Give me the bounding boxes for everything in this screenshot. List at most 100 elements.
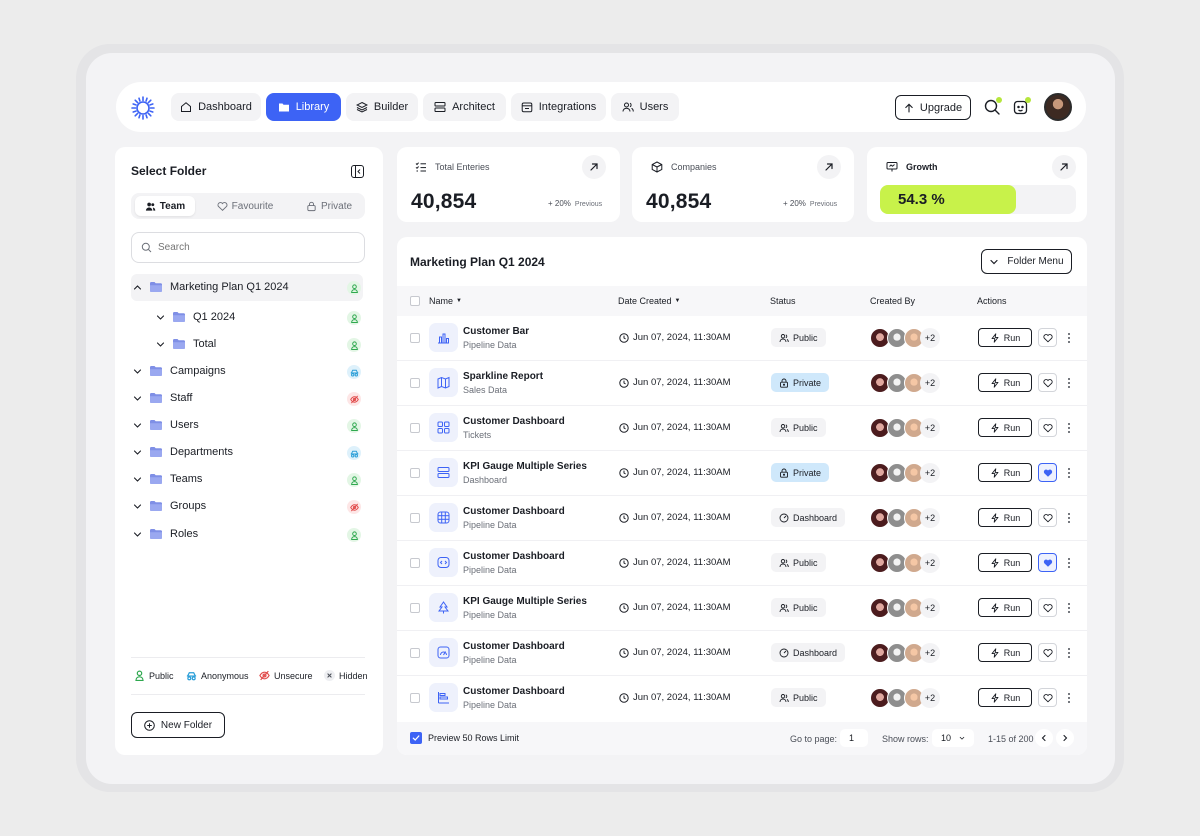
run-button[interactable]: Run	[978, 598, 1032, 617]
chevron-down-icon[interactable]	[133, 530, 142, 539]
row-title[interactable]: Customer Dashboard	[463, 506, 565, 517]
row-checkbox[interactable]	[410, 693, 420, 703]
prev-page-button[interactable]	[1035, 729, 1053, 747]
chevron-down-icon[interactable]	[133, 367, 142, 376]
row-checkbox[interactable]	[410, 558, 420, 568]
favorite-button[interactable]	[1038, 463, 1057, 482]
chevron-up-icon[interactable]	[133, 283, 142, 292]
row-title[interactable]: KPI Gauge Multiple Series	[463, 596, 587, 607]
chevron-down-icon[interactable]	[156, 313, 165, 322]
tree-item[interactable]: Campaigns	[133, 365, 226, 377]
created-by-avatars[interactable]: +2	[870, 643, 950, 663]
more-options-icon[interactable]	[1066, 647, 1072, 659]
segment-private[interactable]: Private	[298, 196, 360, 216]
created-by-avatars[interactable]: +2	[870, 598, 950, 618]
folder-search[interactable]	[131, 232, 365, 263]
created-by-avatars[interactable]: +2	[870, 463, 950, 483]
favorite-button[interactable]	[1038, 688, 1057, 707]
tab-users[interactable]: Users	[611, 93, 679, 121]
created-by-avatars[interactable]: +2	[870, 328, 950, 348]
open-growth-button[interactable]	[1052, 155, 1076, 179]
more-options-icon[interactable]	[1066, 332, 1072, 344]
tab-dashboard[interactable]: Dashboard	[171, 93, 261, 121]
open-companies-button[interactable]	[817, 155, 841, 179]
tree-item[interactable]: Teams	[133, 473, 202, 485]
chevron-down-icon[interactable]	[133, 502, 142, 511]
row-title[interactable]: KPI Gauge Multiple Series	[463, 461, 587, 472]
row-checkbox[interactable]	[410, 513, 420, 523]
favorite-button[interactable]	[1038, 643, 1057, 662]
favorite-button[interactable]	[1038, 553, 1057, 572]
chevron-down-icon[interactable]	[133, 394, 142, 403]
created-by-avatars[interactable]: +2	[870, 373, 950, 393]
row-title[interactable]: Customer Bar	[463, 326, 529, 337]
more-options-icon[interactable]	[1066, 377, 1072, 389]
chevron-down-icon[interactable]	[133, 421, 142, 430]
tree-item[interactable]: Total	[156, 338, 216, 350]
more-options-icon[interactable]	[1066, 692, 1072, 704]
next-page-button[interactable]	[1056, 729, 1074, 747]
row-checkbox[interactable]	[410, 648, 420, 658]
row-checkbox[interactable]	[410, 603, 420, 613]
more-options-icon[interactable]	[1066, 512, 1072, 524]
tree-item[interactable]: Users	[133, 419, 199, 431]
select-all-checkbox[interactable]	[410, 296, 420, 306]
column-date[interactable]: Date Created ▼	[618, 296, 680, 306]
tree-item[interactable]: Q1 2024	[156, 311, 235, 323]
preview-checkbox[interactable]	[410, 732, 422, 744]
chevron-down-icon[interactable]	[156, 340, 165, 349]
user-avatar[interactable]	[1044, 93, 1072, 121]
tab-library[interactable]: Library	[266, 93, 341, 121]
tab-architect[interactable]: Architect	[423, 93, 506, 121]
more-options-icon[interactable]	[1066, 422, 1072, 434]
tab-builder[interactable]: Builder	[346, 93, 418, 121]
run-button[interactable]: Run	[978, 418, 1032, 437]
favorite-button[interactable]	[1038, 508, 1057, 527]
show-rows-select[interactable]: 10	[932, 729, 974, 747]
tab-integrations[interactable]: Integrations	[511, 93, 606, 121]
new-folder-button[interactable]: New Folder	[131, 712, 225, 738]
created-by-avatars[interactable]: +2	[870, 553, 950, 573]
favorite-button[interactable]	[1038, 373, 1057, 392]
run-button[interactable]: Run	[978, 643, 1032, 662]
row-title[interactable]: Customer Dashboard	[463, 416, 565, 427]
chevron-down-icon[interactable]	[133, 475, 142, 484]
row-checkbox[interactable]	[410, 423, 420, 433]
run-button[interactable]: Run	[978, 463, 1032, 482]
row-checkbox[interactable]	[410, 378, 420, 388]
collapse-sidebar-icon[interactable]	[351, 165, 364, 178]
run-button[interactable]: Run	[978, 688, 1032, 707]
run-button[interactable]: Run	[978, 373, 1032, 392]
tree-item[interactable]: Groups	[133, 500, 206, 512]
row-title[interactable]: Customer Dashboard	[463, 641, 565, 652]
more-options-icon[interactable]	[1066, 602, 1072, 614]
row-checkbox[interactable]	[410, 333, 420, 343]
run-button[interactable]: Run	[978, 508, 1032, 527]
upgrade-button[interactable]: Upgrade	[895, 95, 971, 120]
created-by-avatars[interactable]: +2	[870, 418, 950, 438]
goto-page-input[interactable]: 1	[840, 729, 868, 747]
created-by-avatars[interactable]: +2	[870, 508, 950, 528]
favorite-button[interactable]	[1038, 418, 1057, 437]
row-title[interactable]: Customer Dashboard	[463, 686, 565, 697]
tree-item[interactable]: Marketing Plan Q1 2024	[133, 281, 289, 293]
run-button[interactable]: Run	[978, 553, 1032, 572]
tree-item[interactable]: Departments	[133, 446, 233, 458]
search-input[interactable]	[158, 242, 348, 253]
favorite-button[interactable]	[1038, 598, 1057, 617]
favorite-button[interactable]	[1038, 328, 1057, 347]
created-by-avatars[interactable]: +2	[870, 688, 950, 708]
tree-item[interactable]: Staff	[133, 392, 192, 404]
row-title[interactable]: Customer Dashboard	[463, 551, 565, 562]
tree-item[interactable]: Roles	[133, 528, 198, 540]
more-options-icon[interactable]	[1066, 557, 1072, 569]
column-name[interactable]: Name ▼	[429, 296, 462, 306]
row-checkbox[interactable]	[410, 468, 420, 478]
run-button[interactable]: Run	[978, 328, 1032, 347]
chevron-down-icon[interactable]	[133, 448, 142, 457]
open-total-button[interactable]	[582, 155, 606, 179]
folder-menu-button[interactable]: Folder Menu	[981, 249, 1072, 274]
more-options-icon[interactable]	[1066, 467, 1072, 479]
row-title[interactable]: Sparkline Report	[463, 371, 543, 382]
segment-favourite[interactable]: Favourite	[210, 196, 280, 216]
